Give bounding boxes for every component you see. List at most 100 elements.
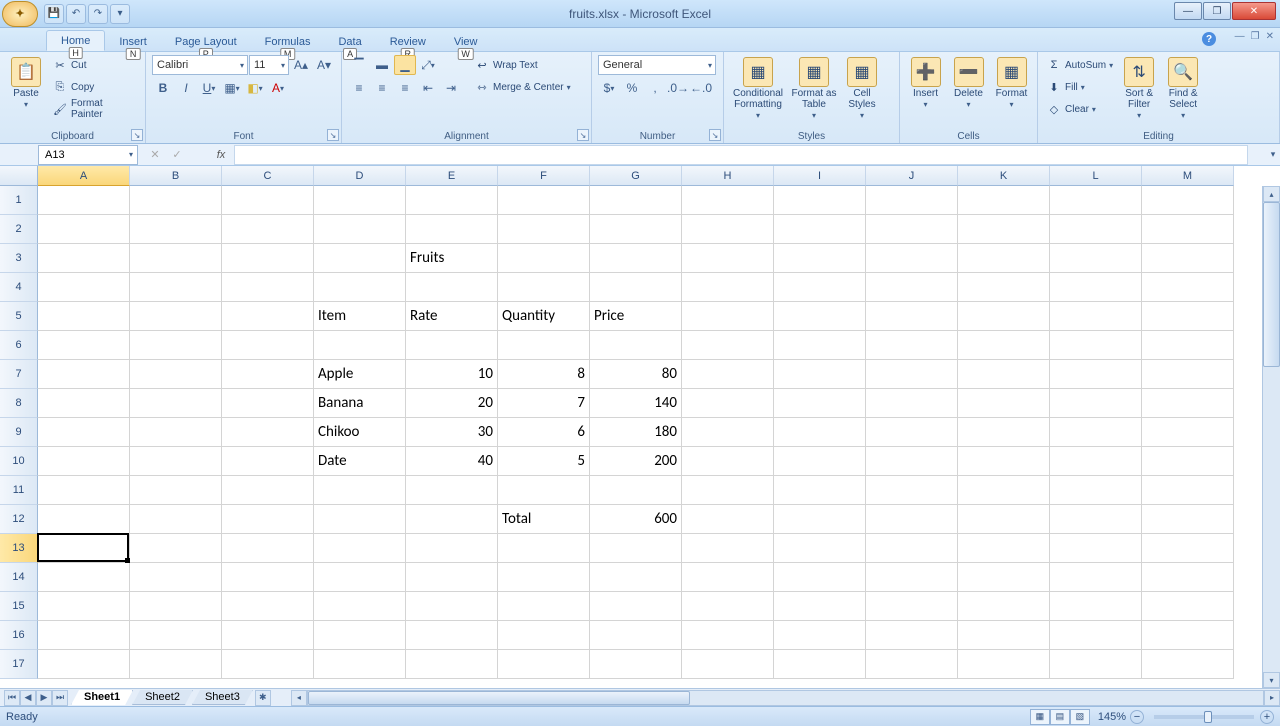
cell-I16[interactable] <box>774 621 866 650</box>
cell-H4[interactable] <box>682 273 774 302</box>
cell-I13[interactable] <box>774 534 866 563</box>
decrease-decimal-button[interactable]: ←.0 <box>690 78 712 98</box>
tab-nav-next[interactable]: ▶ <box>36 690 52 706</box>
cell-L15[interactable] <box>1050 592 1142 621</box>
insert-sheet-button[interactable]: ✱ <box>255 690 271 706</box>
cell-B11[interactable] <box>130 476 222 505</box>
cell-J9[interactable] <box>866 418 958 447</box>
cell-J14[interactable] <box>866 563 958 592</box>
cell-C15[interactable] <box>222 592 314 621</box>
cell-F4[interactable] <box>498 273 590 302</box>
cell-I1[interactable] <box>774 186 866 215</box>
formula-bar-expand[interactable]: ▾ <box>1266 149 1280 160</box>
cell-M2[interactable] <box>1142 215 1234 244</box>
column-header-E[interactable]: E <box>406 166 498 186</box>
tab-nav-last[interactable]: ⏭ <box>52 690 68 706</box>
cell-E2[interactable] <box>406 215 498 244</box>
cell-M7[interactable] <box>1142 360 1234 389</box>
cell-M14[interactable] <box>1142 563 1234 592</box>
alignment-launcher[interactable]: ↘ <box>577 129 589 141</box>
row-header-13[interactable]: 13 <box>0 534 38 563</box>
cell-M6[interactable] <box>1142 331 1234 360</box>
cell-D9[interactable]: Chikoo <box>314 418 406 447</box>
sheet-tab-sheet3[interactable]: Sheet3 <box>192 690 253 705</box>
row-header-15[interactable]: 15 <box>0 592 38 621</box>
cell-J2[interactable] <box>866 215 958 244</box>
align-middle-button[interactable]: ▬ <box>371 55 393 75</box>
number-format-combo[interactable]: General <box>598 55 716 75</box>
cell-K4[interactable] <box>958 273 1050 302</box>
qat-customize-icon[interactable]: ▾ <box>110 4 130 24</box>
cell-H5[interactable] <box>682 302 774 331</box>
cell-L12[interactable] <box>1050 505 1142 534</box>
cell-D4[interactable] <box>314 273 406 302</box>
cell-G12[interactable]: 600 <box>590 505 682 534</box>
cell-J16[interactable] <box>866 621 958 650</box>
cell-K17[interactable] <box>958 650 1050 679</box>
column-header-J[interactable]: J <box>866 166 958 186</box>
cell-A4[interactable] <box>38 273 130 302</box>
cell-A5[interactable] <box>38 302 130 331</box>
bold-button[interactable]: B <box>152 78 174 98</box>
cell-D6[interactable] <box>314 331 406 360</box>
row-header-16[interactable]: 16 <box>0 621 38 650</box>
zoom-level[interactable]: 145% <box>1098 711 1126 723</box>
cell-J4[interactable] <box>866 273 958 302</box>
row-header-8[interactable]: 8 <box>0 389 38 418</box>
cell-A1[interactable] <box>38 186 130 215</box>
cell-M13[interactable] <box>1142 534 1234 563</box>
cell-F2[interactable] <box>498 215 590 244</box>
cell-D11[interactable] <box>314 476 406 505</box>
cell-G3[interactable] <box>590 244 682 273</box>
cell-G16[interactable] <box>590 621 682 650</box>
cell-E12[interactable] <box>406 505 498 534</box>
tab-page-layout[interactable]: Page LayoutP <box>161 32 251 51</box>
cell-M3[interactable] <box>1142 244 1234 273</box>
cell-D8[interactable]: Banana <box>314 389 406 418</box>
cell-F12[interactable]: Total <box>498 505 590 534</box>
cell-K2[interactable] <box>958 215 1050 244</box>
cell-G8[interactable]: 140 <box>590 389 682 418</box>
tab-review[interactable]: ReviewR <box>376 32 440 51</box>
tab-nav-prev[interactable]: ◀ <box>20 690 36 706</box>
cell-J3[interactable] <box>866 244 958 273</box>
underline-button[interactable]: U▾ <box>198 78 220 98</box>
cell-B9[interactable] <box>130 418 222 447</box>
scroll-thumb-vertical[interactable] <box>1263 202 1280 367</box>
cell-G6[interactable] <box>590 331 682 360</box>
cell-F3[interactable] <box>498 244 590 273</box>
row-header-12[interactable]: 12 <box>0 505 38 534</box>
cell-K13[interactable] <box>958 534 1050 563</box>
cell-I15[interactable] <box>774 592 866 621</box>
cell-B12[interactable] <box>130 505 222 534</box>
qat-save-icon[interactable]: 💾 <box>44 4 64 24</box>
cell-D7[interactable]: Apple <box>314 360 406 389</box>
fill-color-button[interactable]: ◧▾ <box>244 78 266 98</box>
number-launcher[interactable]: ↘ <box>709 129 721 141</box>
cell-G17[interactable] <box>590 650 682 679</box>
cell-I10[interactable] <box>774 447 866 476</box>
row-header-11[interactable]: 11 <box>0 476 38 505</box>
cells-grid[interactable]: FruitsItemRateQuantityPriceApple10880Ban… <box>38 186 1262 688</box>
cell-A17[interactable] <box>38 650 130 679</box>
cell-B8[interactable] <box>130 389 222 418</box>
tab-formulas[interactable]: FormulasM <box>251 32 325 51</box>
cell-L2[interactable] <box>1050 215 1142 244</box>
cell-F14[interactable] <box>498 563 590 592</box>
row-header-5[interactable]: 5 <box>0 302 38 331</box>
cell-H14[interactable] <box>682 563 774 592</box>
cell-A13[interactable] <box>38 534 130 563</box>
merge-center-button[interactable]: ⇿Merge & Center▾ <box>472 77 573 97</box>
cell-E17[interactable] <box>406 650 498 679</box>
cell-C8[interactable] <box>222 389 314 418</box>
cell-H9[interactable] <box>682 418 774 447</box>
font-color-button[interactable]: A▾ <box>267 78 289 98</box>
shrink-font-button[interactable]: A▾ <box>313 55 335 75</box>
cell-I12[interactable] <box>774 505 866 534</box>
cell-L16[interactable] <box>1050 621 1142 650</box>
cell-H7[interactable] <box>682 360 774 389</box>
cell-M9[interactable] <box>1142 418 1234 447</box>
select-all-button[interactable] <box>0 166 38 186</box>
cell-B3[interactable] <box>130 244 222 273</box>
cell-F17[interactable] <box>498 650 590 679</box>
